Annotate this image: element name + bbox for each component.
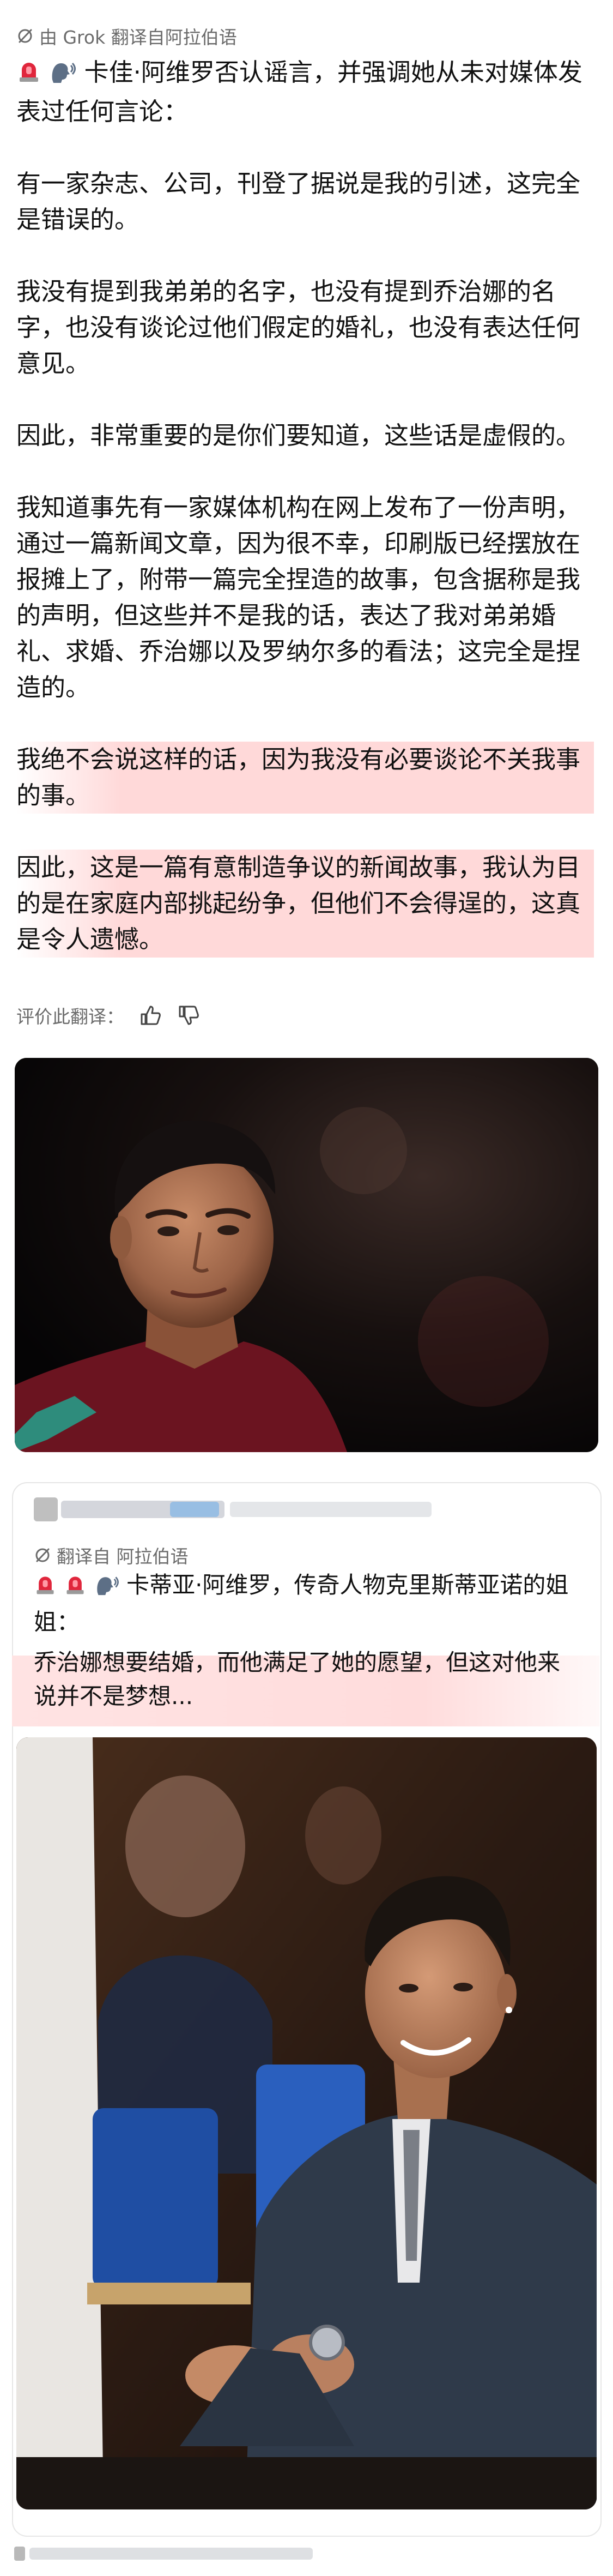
post-paragraph-6: 我绝不会说这样的话，因为我没有必要谈论不关我事的事。 <box>16 742 594 814</box>
portrait-image <box>15 1058 598 1452</box>
post-paragraph-2: 有一家杂志、公司，刊登了据说是我的引述，这完全是错误的。 <box>16 169 581 234</box>
blurred-footer-text <box>14 2547 313 2561</box>
quoted-translation-note-text: 翻译自 阿拉伯语 <box>57 1546 189 1567</box>
seated-man-image <box>16 1737 597 2509</box>
blurred-username <box>34 1497 432 1521</box>
post-paragraph-7: 因此，这是一篇有意制造争议的新闻故事，我认为目的是在家庭内部挑起纷争，但他们不会… <box>16 850 594 958</box>
quoted-post-body: 乔治娜想要结婚，而他满足了她的愿望，但这对他来说并不是梦想... <box>34 1649 561 1710</box>
post-body: 卡佳·阿维罗否认谣言，并强调她从未对媒体发表过任何言论： 有一家杂志、公司，刊登… <box>16 55 594 994</box>
thumbs-down-icon[interactable] <box>177 1003 201 1027</box>
rate-translation-label: 评价此翻译： <box>16 1006 124 1027</box>
translation-note[interactable]: 由 Grok 翻译自阿拉伯语 <box>16 23 237 49</box>
post-paragraph-5: 我知道事先有一家媒体机构在网上发布了一份声明，通过一篇新闻文章，因为很不幸，印刷… <box>16 493 581 702</box>
speaking-head-emoji <box>94 1572 119 1605</box>
quoted-post-photo[interactable] <box>16 1737 597 2509</box>
post-paragraph-3: 我没有提到我弟弟的名字，也没有提到乔治娜的名字，也没有谈论过他们假定的婚礼，也没… <box>16 277 581 378</box>
quoted-post-header: 卡蒂亚·阿维罗，传奇人物克里斯蒂亚诺的姐姐： <box>34 1572 569 1635</box>
rate-translation-row: 评价此翻译： <box>16 1002 201 1028</box>
siren-emoji <box>34 1572 57 1605</box>
speaking-head-emoji <box>49 58 76 94</box>
thumbs-up-icon[interactable] <box>138 1003 162 1027</box>
quoted-translation-note[interactable]: 翻译自 阿拉伯语 <box>34 1542 189 1568</box>
grok-translate-icon <box>35 1548 50 1562</box>
grok-translate-icon <box>18 29 32 43</box>
post-photo-portrait[interactable] <box>15 1058 598 1452</box>
siren-emoji <box>16 58 41 94</box>
translation-note-text: 由 Grok 翻译自阿拉伯语 <box>39 27 237 48</box>
post-paragraph-4: 因此，非常重要的是你们要知道，这些话是虚假的。 <box>16 421 581 450</box>
siren-emoji <box>64 1572 87 1605</box>
post-paragraph-1: 卡佳·阿维罗否认谣言，并强调她从未对媒体发表过任何言论： <box>16 58 582 126</box>
